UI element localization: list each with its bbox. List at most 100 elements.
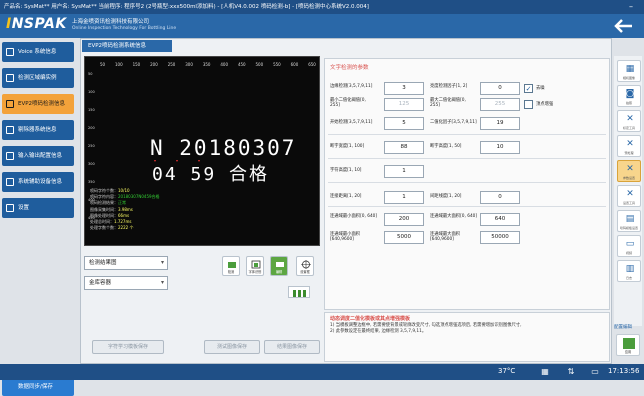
data-sync-button[interactable]: 数据同步/保存 bbox=[2, 378, 74, 396]
param-label: 间距线度[1, 20] bbox=[430, 194, 462, 199]
tool-edit[interactable]: 编辑 bbox=[270, 256, 288, 276]
param-input[interactable]: 5 bbox=[384, 117, 424, 130]
info-label: 喷码字符个数： bbox=[90, 188, 118, 193]
nav-icon bbox=[6, 178, 14, 186]
ruler-tick: 450 bbox=[237, 62, 246, 67]
divider bbox=[328, 134, 606, 135]
panel-title: EVP2喷码检测系统信息 bbox=[82, 40, 172, 52]
minimize-button[interactable]: – bbox=[626, 2, 636, 12]
param-input[interactable]: 19 bbox=[480, 117, 520, 130]
rt-params[interactable]: ✕ 参数设置 bbox=[617, 160, 641, 182]
camera-info: 喷码字符个数：10/10 喷码字符内容：20180307N0459合格 喷码检测… bbox=[90, 188, 160, 231]
info-label: 图像处理时间： bbox=[90, 212, 118, 218]
nav-item-voice[interactable]: Voice 系统信息 bbox=[2, 42, 74, 62]
rt-video[interactable]: ▭ 视频 bbox=[617, 235, 641, 257]
nav-item-rejector[interactable]: 剔除器系统信息 bbox=[2, 120, 74, 140]
denoise-checkbox[interactable]: ✓ bbox=[524, 84, 533, 93]
param-input[interactable]: 640 bbox=[480, 213, 520, 226]
apply-label: 应用 bbox=[624, 350, 632, 354]
temperature-readout: 37°C bbox=[498, 367, 516, 375]
info-label: 喷码字符内容： bbox=[90, 194, 118, 200]
edit-icon bbox=[276, 262, 284, 267]
rt-settings-tool[interactable]: ✕ 设置工具 bbox=[617, 185, 641, 207]
tool-detect[interactable]: 检测 bbox=[222, 256, 240, 276]
nav-item-region[interactable]: 检测区域编实例 bbox=[2, 68, 74, 88]
ruler-tick: 550 bbox=[273, 62, 281, 67]
rt-camera-grid[interactable]: ▦ 相机图像 bbox=[617, 60, 641, 82]
rt-label: 设置工具 bbox=[622, 201, 635, 205]
company-name-en: Online Inspection Technology For Bottlin… bbox=[72, 26, 177, 31]
hint-title: 动态调度二值化模板或其点增强模板 bbox=[330, 316, 411, 322]
checkbox-label: 去噪 bbox=[536, 86, 545, 91]
divider bbox=[328, 158, 606, 159]
ruler-tick: 650 bbox=[308, 62, 316, 67]
ruler-tick: 150 bbox=[88, 108, 95, 112]
save-result-image-button[interactable]: 结果图像保存 bbox=[264, 340, 320, 354]
nav-label: 设置 bbox=[18, 205, 30, 211]
monitor-icon: ▭ bbox=[625, 239, 635, 249]
ruler-tick: 200 bbox=[88, 126, 95, 130]
param-input[interactable]: 1 bbox=[384, 191, 424, 204]
save-test-image-button[interactable]: 测试图像保存 bbox=[204, 340, 260, 354]
tool-label: 字体识别 bbox=[248, 270, 262, 274]
info-value: 2222 个 bbox=[118, 225, 134, 231]
bottles-icon bbox=[293, 290, 306, 297]
tool-font-recognition[interactable]: 字体识别 bbox=[246, 256, 264, 276]
nav-icon bbox=[6, 152, 14, 160]
rt-log[interactable]: ▥ 日志 bbox=[617, 260, 641, 282]
param-label: 断字高度[1, 50] bbox=[430, 144, 462, 149]
area-select[interactable]: 检测结果图 ▾ bbox=[84, 256, 168, 270]
vertex-enhance-checkbox[interactable] bbox=[524, 100, 533, 109]
rt-label: 相机图像 bbox=[622, 76, 635, 80]
wrench-icon: ✕ bbox=[626, 139, 634, 149]
info-label: 图像采集时间： bbox=[90, 206, 118, 212]
tray-keyboard-icon[interactable]: ▦ bbox=[540, 367, 550, 376]
nav-item-settings[interactable]: 设置 bbox=[2, 198, 74, 218]
ruler-tick: 300 bbox=[88, 162, 95, 166]
param-input[interactable]: 0 bbox=[480, 191, 520, 204]
tool-settings-frame[interactable]: 设置框 bbox=[296, 256, 314, 276]
wrench-icon: ✕ bbox=[626, 189, 634, 199]
param-input[interactable]: 10 bbox=[480, 141, 520, 154]
param-input[interactable]: 1 bbox=[384, 165, 424, 178]
ruler-tick: 350 bbox=[202, 62, 211, 67]
param-input[interactable]: 255 bbox=[480, 98, 520, 111]
param-input[interactable]: 88 bbox=[384, 141, 424, 154]
param-label: 最小二值化阈值[0, 255] bbox=[330, 98, 366, 109]
info-label: 处理总时间： bbox=[90, 219, 114, 225]
nav-icon bbox=[6, 74, 14, 82]
param-input[interactable]: 0 bbox=[480, 82, 520, 95]
tool-label: 设置框 bbox=[300, 270, 310, 274]
tray-network-icon[interactable]: ⇅ bbox=[566, 367, 576, 376]
nav-item-io[interactable]: 输入输出配置信息 bbox=[2, 146, 74, 166]
param-input[interactable]: 200 bbox=[384, 213, 424, 226]
font-recognition-icon bbox=[251, 260, 261, 269]
param-input[interactable]: 5000 bbox=[384, 231, 424, 244]
type-select-value: 金库容器 bbox=[89, 280, 112, 286]
logo-text: NSPAK bbox=[11, 16, 67, 32]
ruler-tick: 100 bbox=[115, 62, 123, 67]
rt-template[interactable]: ▤ 喷码模板设置 bbox=[617, 210, 641, 232]
tray-monitor-icon[interactable]: ▭ bbox=[590, 367, 600, 376]
rt-preprocess[interactable]: ✕ 预处理 bbox=[617, 135, 641, 157]
rt-calibrate[interactable]: ✕ 标定工具 bbox=[617, 110, 641, 132]
back-arrow-icon[interactable] bbox=[614, 18, 634, 34]
param-label: 边缘检测[3,5,7,9,11] bbox=[330, 84, 373, 89]
param-input[interactable]: 50000 bbox=[480, 231, 520, 244]
clock: 17:13:56 bbox=[608, 367, 640, 375]
param-input[interactable]: 125 bbox=[384, 98, 424, 111]
apply-button[interactable]: 应用 bbox=[616, 334, 640, 356]
company-name-cn: 上海金喷资讯检测科技有限公司 bbox=[72, 19, 150, 25]
apply-icon bbox=[623, 338, 635, 349]
param-input[interactable]: 3 bbox=[384, 82, 424, 95]
ruler-tick: 200 bbox=[150, 62, 158, 67]
bottles-button[interactable] bbox=[288, 286, 310, 298]
param-label: 最大二值化阈值[0, 255] bbox=[430, 98, 466, 109]
type-select[interactable]: 金库容器 ▾ bbox=[84, 276, 168, 290]
save-template-button[interactable]: 字符学习模板保存 bbox=[92, 340, 164, 354]
nav-item-aux[interactable]: 系统辅助设备信息 bbox=[2, 172, 74, 192]
ruler-top: 50 100 150 200 250 300 350 400 450 500 5… bbox=[100, 62, 316, 70]
rt-label: 喷码模板设置 bbox=[619, 226, 638, 230]
nav-item-evp2[interactable]: EVP2喷码检测信息 bbox=[2, 94, 74, 114]
rt-capture[interactable]: ◙ 拍照 bbox=[617, 85, 641, 107]
